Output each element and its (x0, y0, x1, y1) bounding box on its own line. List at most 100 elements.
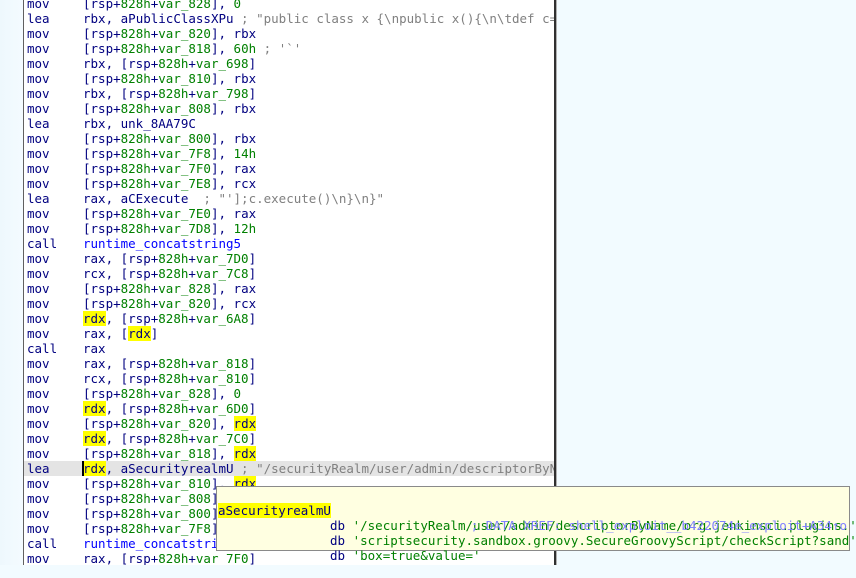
disasm-line[interactable]: lea rax, aCExecute ; "'];c.execute()\n}\n… (24, 191, 554, 206)
mnemonic: mov (27, 131, 50, 146)
disasm-line[interactable]: mov [rsp+828h+var_828], 0 (24, 386, 554, 401)
highlighted-register[interactable]: rdx (83, 401, 106, 416)
mnemonic: mov (27, 311, 50, 326)
operand-token: var_798 (195, 86, 249, 101)
highlighted-register[interactable]: rdx (233, 446, 257, 461)
operand-token: 828h (120, 26, 151, 41)
disasm-line[interactable]: mov rcx, [rsp+828h+var_810] (24, 371, 554, 386)
operand-token: 828h (120, 101, 151, 116)
operand-token: ] (248, 356, 257, 371)
operand-token: ], rax (210, 206, 257, 221)
operand-token: 828h (120, 206, 151, 221)
disasm-line[interactable]: mov [rsp+828h+var_820], rcx (24, 296, 554, 311)
operand-token: var_7E8 (158, 176, 211, 191)
disasm-line[interactable]: mov [rsp+828h+var_810], rbx (24, 71, 554, 86)
mnemonic: mov (27, 281, 50, 296)
operand-token: ] (248, 251, 257, 266)
disasm-line[interactable]: mov rdx, [rsp+828h+var_6D0] (24, 401, 554, 416)
operand-token: [rsp+ (83, 416, 121, 431)
operand-token: ], (210, 41, 234, 56)
disasm-line[interactable]: mov rdx, [rsp+828h+var_7C0] (24, 431, 554, 446)
operand-token: ], rcx (210, 176, 257, 191)
operand-token: , [rsp+ (105, 401, 159, 416)
operand-token: 828h (120, 131, 151, 146)
mnemonic: mov (27, 416, 50, 431)
mnemonic: mov (27, 401, 50, 416)
operand-token: ], rbx (210, 26, 257, 41)
highlighted-register[interactable]: rdx (233, 416, 257, 431)
operand-token: var_6A8 (195, 311, 249, 326)
disasm-line[interactable]: call runtime_concatstring5 (24, 236, 554, 251)
disasm-line[interactable]: mov rbx, [rsp+828h+var_698] (24, 56, 554, 71)
operand-token: , [rsp+ (105, 431, 159, 446)
disasm-line[interactable]: mov rax, [rsp+828h+var_7D0] (24, 251, 554, 266)
disasm-line[interactable]: lea rbx, aPublicClassXPu ; "public class … (24, 11, 554, 26)
disasm-line[interactable]: mov [rsp+828h+var_818], rdx (24, 446, 554, 461)
highlighted-register[interactable]: rdx (83, 431, 106, 446)
operand-token: rcx, [rsp+ (83, 266, 159, 281)
disasm-line[interactable]: mov [rsp+828h+var_818], 60h ; '`' (24, 41, 554, 56)
disasm-line[interactable]: mov [rsp+828h+var_820], rbx (24, 26, 554, 41)
disasm-line[interactable]: mov rax, [rdx] (24, 326, 554, 341)
operand-token: 828h (120, 506, 151, 521)
operand-token: 828h (158, 86, 189, 101)
disasm-line[interactable]: mov [rsp+828h+var_7E8], rcx (24, 176, 554, 191)
disasm-line[interactable]: mov rcx, [rsp+828h+var_7C8] (24, 266, 554, 281)
operands: [rsp+828h+var_810], rbx (83, 71, 256, 86)
mnemonic: mov (27, 446, 50, 461)
operand-token: var_7F8 (158, 146, 211, 161)
function-name[interactable]: runtime_concatstrin (83, 536, 226, 551)
mnemonic: mov (27, 386, 50, 401)
operand-token: var_7F0 (158, 161, 211, 176)
disasm-line[interactable]: lea rbx, unk_8AA79C (24, 116, 554, 131)
mnemonic: mov (27, 221, 50, 236)
operand-token: ], rax (210, 281, 257, 296)
operand-token: [rsp+ (83, 41, 121, 56)
disasm-line[interactable]: mov [rsp+828h+var_800], rbx (24, 131, 554, 146)
operand-token: [ (83, 0, 91, 11)
disassembly-view[interactable]: mov [rsp+828h+var_828], 0 lea rbx, aPublicC… (23, 0, 556, 565)
disasm-line[interactable]: mov [rsp+828h+var_7F0], rax (24, 161, 554, 176)
disasm-line[interactable]: mov [rsp+828h+var_820], rdx (24, 416, 554, 431)
disasm-line[interactable]: mov rbx, [rsp+828h+var_798] (24, 86, 554, 101)
operand-token: ] (248, 551, 257, 565)
operand-token: var_828 (158, 281, 211, 296)
mnemonic: call (27, 341, 58, 356)
operand-token: var_7D0 (195, 251, 249, 266)
disasm-line[interactable]: mov rdx, [rsp+828h+var_6A8] (24, 311, 554, 326)
operand-token: 828h (120, 446, 151, 461)
operands: rbx, [rsp+828h+var_698] (83, 56, 256, 71)
operands: rbx, unk_8AA79C (83, 116, 196, 131)
disasm-line[interactable]: mov [rsp+828h+var_828], 0 (24, 0, 554, 11)
highlighted-register[interactable]: rdx (83, 311, 106, 326)
disasm-line[interactable]: mov [rsp+828h+var_808], rbx (24, 101, 554, 116)
disasm-line[interactable]: mov rax, [rsp+828h+var_818] (24, 356, 554, 371)
operand-token: [rsp+ (83, 221, 121, 236)
operand-token: 828h (120, 161, 151, 176)
disasm-line[interactable]: mov [rsp+828h+var_7F8], 14h (24, 146, 554, 161)
mnemonic: mov (27, 521, 50, 536)
operand-token: ] (248, 266, 257, 281)
operand-token: , aSecurityrealmU (105, 461, 234, 476)
mnemonic: mov (27, 0, 50, 11)
operand-token: rax (83, 341, 106, 356)
disasm-line[interactable]: mov [rsp+828h+var_7E0], rax (24, 206, 554, 221)
disasm-line[interactable]: mov [rsp+828h+var_828], rax (24, 281, 554, 296)
mnemonic: mov (27, 506, 50, 521)
disasm-line[interactable]: lea rdx, aSecurityrealmU ; "/securityReal… (24, 461, 554, 476)
mnemonic: mov (27, 161, 50, 176)
operand-token: var_810 (195, 371, 249, 386)
mnemonic: call (27, 536, 58, 551)
function-name[interactable]: runtime_concatstring5 (83, 236, 241, 251)
mnemonic: mov (27, 101, 50, 116)
highlighted-register[interactable]: rdx (83, 461, 106, 476)
operand-token: var_818 (195, 356, 249, 371)
operand-token: 12h (233, 221, 257, 236)
operand-token: rax, [ (83, 326, 129, 341)
disasm-line[interactable]: call rax (24, 341, 554, 356)
disasm-line[interactable]: mov [rsp+828h+var_7D8], 12h (24, 221, 554, 236)
mnemonic: call (27, 236, 58, 251)
operand-token: 828h (158, 401, 189, 416)
highlighted-register[interactable]: rdx (128, 326, 151, 341)
operand-token: rax, [rsp+ (83, 551, 159, 565)
